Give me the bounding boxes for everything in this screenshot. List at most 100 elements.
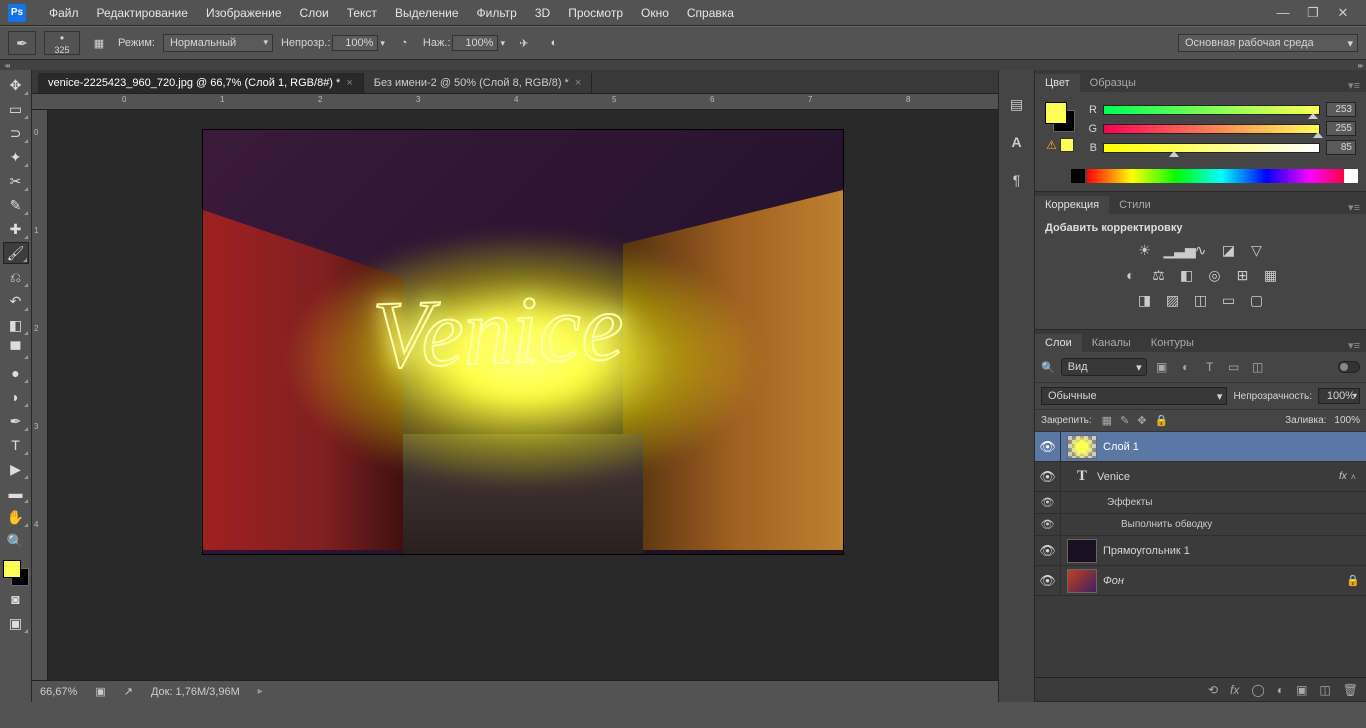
exposure-icon[interactable]: ◪	[1220, 242, 1238, 259]
visibility-toggle[interactable]: 👁	[1035, 566, 1061, 595]
group-layers-icon[interactable]: ▣	[1296, 683, 1307, 697]
brightness-icon[interactable]: ☀	[1136, 242, 1154, 259]
dodge-tool[interactable]: ◗	[3, 386, 29, 408]
history-panel-icon[interactable]: ▤	[1005, 94, 1029, 114]
brush-panel-toggle[interactable]: ▦	[88, 32, 110, 54]
menu-help[interactable]: Справка	[678, 6, 743, 20]
layer-mask-icon[interactable]: ◯	[1251, 683, 1264, 697]
blend-mode-select[interactable]: Нормальный	[163, 34, 273, 52]
maximize-button[interactable]: ❐	[1298, 3, 1328, 23]
vibrance-icon[interactable]: ▽	[1248, 242, 1266, 259]
visibility-toggle[interactable]: 👁	[1035, 462, 1061, 491]
gradientmap-icon[interactable]: ▭	[1220, 292, 1238, 309]
filter-pixel-icon[interactable]: ▣	[1153, 359, 1171, 375]
bw-icon[interactable]: ◧	[1178, 267, 1196, 284]
layer-effects-row[interactable]: 👁 Эффекты	[1035, 492, 1366, 514]
stamp-tool[interactable]: ⎌	[3, 266, 29, 288]
selective-icon[interactable]: ▢	[1248, 292, 1266, 309]
layer-effect-stroke[interactable]: 👁 Выполнить обводку	[1035, 514, 1366, 536]
lasso-tool[interactable]: ⊃	[3, 122, 29, 144]
g-input[interactable]: 255	[1326, 121, 1356, 136]
zoom-tool[interactable]: 🔍	[3, 530, 29, 552]
chevron-right-icon[interactable]: ▸	[258, 686, 263, 697]
layer-row[interactable]: 👁 Прямоугольник 1	[1035, 536, 1366, 566]
b-slider[interactable]	[1103, 143, 1320, 153]
path-select-tool[interactable]: ▶	[3, 458, 29, 480]
layer-filter-select[interactable]: Вид	[1061, 358, 1147, 376]
flow-input[interactable]: 100%	[452, 35, 498, 51]
panel-menu-icon[interactable]: ▾≡	[1342, 339, 1366, 352]
screenmode-toggle[interactable]: ▣	[3, 612, 29, 634]
adjustment-layer-icon[interactable]: ◐	[1277, 683, 1284, 697]
paragraph-panel-icon[interactable]: ¶	[1005, 170, 1029, 190]
close-icon[interactable]: ×	[346, 77, 352, 89]
crop-tool[interactable]: ✂	[3, 170, 29, 192]
type-tool[interactable]: T	[3, 434, 29, 456]
curves-icon[interactable]: ∿	[1192, 242, 1210, 259]
filter-type-icon[interactable]: T	[1201, 359, 1219, 375]
layer-thumbnail[interactable]	[1067, 569, 1097, 593]
layer-name[interactable]: Фон	[1103, 575, 1346, 587]
threshold-icon[interactable]: ◫	[1192, 292, 1210, 309]
canvas[interactable]: Venice	[203, 130, 843, 554]
panel-menu-icon[interactable]: ▾≡	[1342, 201, 1366, 214]
layer-opacity-input[interactable]: 100%	[1318, 388, 1360, 404]
brush-preset-picker[interactable]: • 325	[44, 31, 80, 55]
visibility-toggle[interactable]: 👁	[1035, 536, 1061, 565]
g-slider[interactable]	[1103, 124, 1320, 134]
delete-layer-icon[interactable]: 🗑	[1343, 683, 1358, 697]
menu-layers[interactable]: Слои	[291, 6, 338, 20]
layer-style-icon[interactable]: fx	[1230, 683, 1239, 697]
gamut-warning-icon[interactable]: ⚠	[1046, 138, 1057, 152]
statusbar-icon[interactable]: ↗	[124, 685, 133, 698]
tab-adjustments[interactable]: Коррекция	[1035, 196, 1109, 214]
layer-name[interactable]: Прямоугольник 1	[1103, 545, 1360, 557]
chevron-up-icon[interactable]: ˄	[1351, 472, 1356, 482]
color-swatches[interactable]	[3, 560, 29, 586]
menu-edit[interactable]: Редактирование	[88, 6, 197, 20]
filter-smart-icon[interactable]: ◫	[1249, 359, 1267, 375]
lock-position-icon[interactable]: ✥	[1137, 414, 1146, 427]
filter-toggle[interactable]	[1338, 361, 1360, 373]
invert-icon[interactable]: ◨	[1136, 292, 1154, 309]
pressure-size-icon[interactable]: ◐	[543, 32, 565, 54]
statusbar-icon[interactable]: ▣	[95, 685, 105, 698]
doc-tab-active[interactable]: venice-2225423_960_720.jpg @ 66,7% (Слой…	[38, 73, 364, 93]
close-button[interactable]: ✕	[1328, 3, 1358, 23]
hand-tool[interactable]: ✋	[3, 506, 29, 528]
eyedropper-tool[interactable]: ✎	[3, 194, 29, 216]
levels-icon[interactable]: ▁▃▅	[1164, 242, 1182, 259]
menu-3d[interactable]: 3D	[526, 6, 559, 20]
character-panel-icon[interactable]: A	[1005, 132, 1029, 152]
layer-name[interactable]: Слой 1	[1103, 441, 1360, 453]
gradient-tool[interactable]: ▀	[3, 338, 29, 360]
layer-name[interactable]: Venice	[1097, 471, 1339, 483]
layer-thumbnail[interactable]	[1067, 539, 1097, 563]
tool-preset-picker[interactable]: ✒	[8, 31, 36, 55]
minimize-button[interactable]: —	[1268, 3, 1298, 23]
pen-tool[interactable]: ✒	[3, 410, 29, 432]
menu-select[interactable]: Выделение	[386, 6, 468, 20]
brush-tool[interactable]: 🖌	[3, 242, 29, 264]
layer-row[interactable]: 👁 T Venice fx ˄	[1035, 462, 1366, 492]
doc-tab-inactive[interactable]: Без имени-2 @ 50% (Слой 8, RGB/8) * ×	[364, 73, 593, 93]
link-layers-icon[interactable]: ⟲	[1208, 683, 1218, 697]
tab-styles[interactable]: Стили	[1109, 196, 1161, 214]
lock-transparent-icon[interactable]: ▦	[1102, 414, 1112, 427]
blur-tool[interactable]: ●	[3, 362, 29, 384]
visibility-toggle[interactable]: 👁	[1035, 514, 1061, 535]
menu-view[interactable]: Просмотр	[559, 6, 632, 20]
quickmask-toggle[interactable]: ◙	[3, 588, 29, 610]
menu-filter[interactable]: Фильтр	[468, 6, 526, 20]
fill-input[interactable]: 100%	[1334, 415, 1360, 426]
layer-row[interactable]: 👁 Слой 1	[1035, 432, 1366, 462]
tab-paths[interactable]: Контуры	[1141, 334, 1204, 352]
photofilter-icon[interactable]: ◎	[1206, 267, 1224, 284]
gamut-swatch[interactable]	[1060, 138, 1074, 152]
balance-icon[interactable]: ⚖	[1150, 267, 1168, 284]
hue-icon[interactable]: ◐	[1122, 267, 1140, 284]
r-slider[interactable]	[1103, 105, 1320, 115]
menu-window[interactable]: Окно	[632, 6, 678, 20]
filter-shape-icon[interactable]: ▭	[1225, 359, 1243, 375]
lock-pixels-icon[interactable]: ✎	[1120, 414, 1129, 427]
